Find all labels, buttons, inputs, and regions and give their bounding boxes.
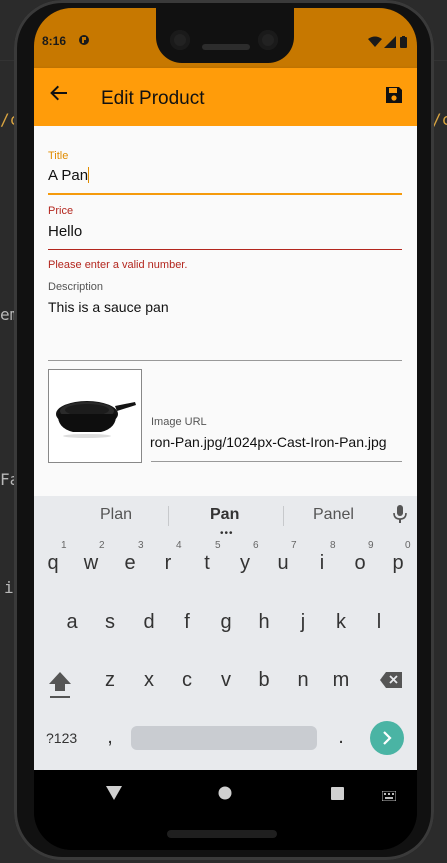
- key-hint: 1: [61, 540, 67, 551]
- key-hint: 6: [253, 540, 259, 551]
- image-url-input-underline: [151, 461, 402, 462]
- save-icon[interactable]: [385, 86, 403, 104]
- key-m[interactable]: m: [329, 669, 353, 692]
- description-input-underline: [48, 360, 402, 361]
- back-arrow-icon[interactable]: [50, 82, 68, 108]
- key-hint: 0: [405, 540, 411, 551]
- app-screen: 8:16 Edit Product Title A Pan Price Hell…: [34, 8, 417, 850]
- title-input-underline: [48, 193, 402, 195]
- notification-icon: [78, 34, 90, 49]
- key-hint: 2: [99, 540, 105, 551]
- phone-screen-area: 8:16 Edit Product Title A Pan Price Hell…: [34, 8, 417, 850]
- key-n[interactable]: n: [291, 669, 315, 692]
- signal-icon: [384, 36, 396, 51]
- microphone-icon[interactable]: [393, 504, 407, 529]
- key-g[interactable]: g: [214, 611, 238, 634]
- editor-text-fragment: i: [4, 578, 14, 597]
- key-hint: 4: [176, 540, 182, 551]
- price-input[interactable]: Hello: [48, 223, 82, 240]
- key-y[interactable]: y: [233, 552, 257, 575]
- key-r[interactable]: r: [156, 552, 180, 575]
- image-url-field-label: Image URL: [151, 416, 207, 428]
- key-hint: 5: [215, 540, 221, 551]
- enter-key[interactable]: [370, 721, 404, 755]
- image-url-input[interactable]: ron-Pan.jpg/1024px-Cast-Iron-Pan.jpg: [150, 434, 402, 450]
- description-input[interactable]: This is a sauce pan: [48, 299, 169, 315]
- page-title: Edit Product: [101, 88, 205, 109]
- battery-icon: [400, 36, 407, 51]
- key-hint: 3: [138, 540, 144, 551]
- status-time: 8:16: [42, 34, 67, 48]
- nav-back-icon[interactable]: [106, 786, 122, 805]
- key-e[interactable]: e: [118, 552, 142, 575]
- key-h[interactable]: h: [252, 611, 276, 634]
- description-field-label: Description: [48, 281, 104, 293]
- price-field-label: Price: [48, 205, 74, 217]
- title-input-value: A Pan: [48, 167, 89, 184]
- spacebar[interactable]: [131, 726, 317, 750]
- front-camera: [170, 30, 190, 50]
- key-hint: 8: [330, 540, 336, 551]
- app-bar: Edit Product: [34, 68, 417, 126]
- key-period[interactable]: .: [329, 726, 353, 749]
- editor-text-fragment: /c: [432, 110, 447, 129]
- nav-home-icon[interactable]: [218, 786, 232, 805]
- key-c[interactable]: c: [175, 669, 199, 692]
- symbols-key[interactable]: ?123: [46, 730, 77, 746]
- key-l[interactable]: l: [367, 611, 391, 634]
- bottom-speaker: [167, 830, 277, 838]
- chevron-right-icon: [383, 731, 392, 745]
- nav-recents-icon[interactable]: [331, 787, 344, 805]
- keyboard-switch-icon[interactable]: [381, 788, 397, 806]
- key-a[interactable]: a: [60, 611, 84, 634]
- key-q[interactable]: q: [41, 552, 65, 575]
- earpiece: [202, 44, 250, 50]
- suggestion-divider: [168, 506, 169, 526]
- key-z[interactable]: z: [98, 669, 122, 692]
- key-d[interactable]: d: [137, 611, 161, 634]
- price-input-underline: [48, 249, 402, 250]
- key-x[interactable]: x: [137, 669, 161, 692]
- edit-product-form: Title A Pan Price Hello Please enter a v…: [34, 126, 417, 496]
- key-w[interactable]: w: [79, 552, 103, 575]
- status-bar: 8:16: [34, 8, 417, 74]
- key-b[interactable]: b: [252, 669, 276, 692]
- key-i[interactable]: i: [310, 552, 334, 575]
- front-camera: [258, 30, 278, 50]
- phone-frame: 8:16 Edit Product Title A Pan Price Hell…: [14, 0, 434, 860]
- text-cursor: [88, 167, 90, 183]
- suggestion-panel[interactable]: Panel: [313, 506, 354, 524]
- key-t[interactable]: t: [195, 552, 219, 575]
- key-p[interactable]: p: [386, 552, 410, 575]
- wifi-icon: [368, 36, 382, 51]
- more-suggestions-icon[interactable]: •••: [220, 528, 234, 539]
- cast-iron-pan-image: [56, 401, 136, 438]
- key-hint: 7: [291, 540, 297, 551]
- key-u[interactable]: u: [271, 552, 295, 575]
- price-error-text: Please enter a valid number.: [48, 259, 188, 271]
- key-v[interactable]: v: [214, 669, 238, 692]
- soft-keyboard: Plan Pan ••• Panel q 1 w 2 e 3 r 4 t 5 y…: [34, 496, 417, 770]
- suggestion-plan[interactable]: Plan: [100, 506, 132, 524]
- key-hint: 9: [368, 540, 374, 551]
- suggestion-divider: [283, 506, 284, 526]
- key-o[interactable]: o: [348, 552, 372, 575]
- image-preview: [48, 369, 142, 463]
- key-f[interactable]: f: [175, 611, 199, 634]
- title-input[interactable]: A Pan: [48, 167, 90, 184]
- system-nav-bar: [34, 770, 417, 850]
- camera-notch: [156, 8, 294, 63]
- title-field-label: Title: [48, 150, 69, 162]
- key-s[interactable]: s: [98, 611, 122, 634]
- suggestion-pan[interactable]: Pan: [210, 506, 239, 524]
- key-k[interactable]: k: [329, 611, 353, 634]
- key-comma[interactable]: ,: [98, 726, 122, 749]
- backspace-icon[interactable]: [380, 672, 402, 693]
- shift-icon[interactable]: [48, 670, 72, 705]
- key-j[interactable]: j: [291, 611, 315, 634]
